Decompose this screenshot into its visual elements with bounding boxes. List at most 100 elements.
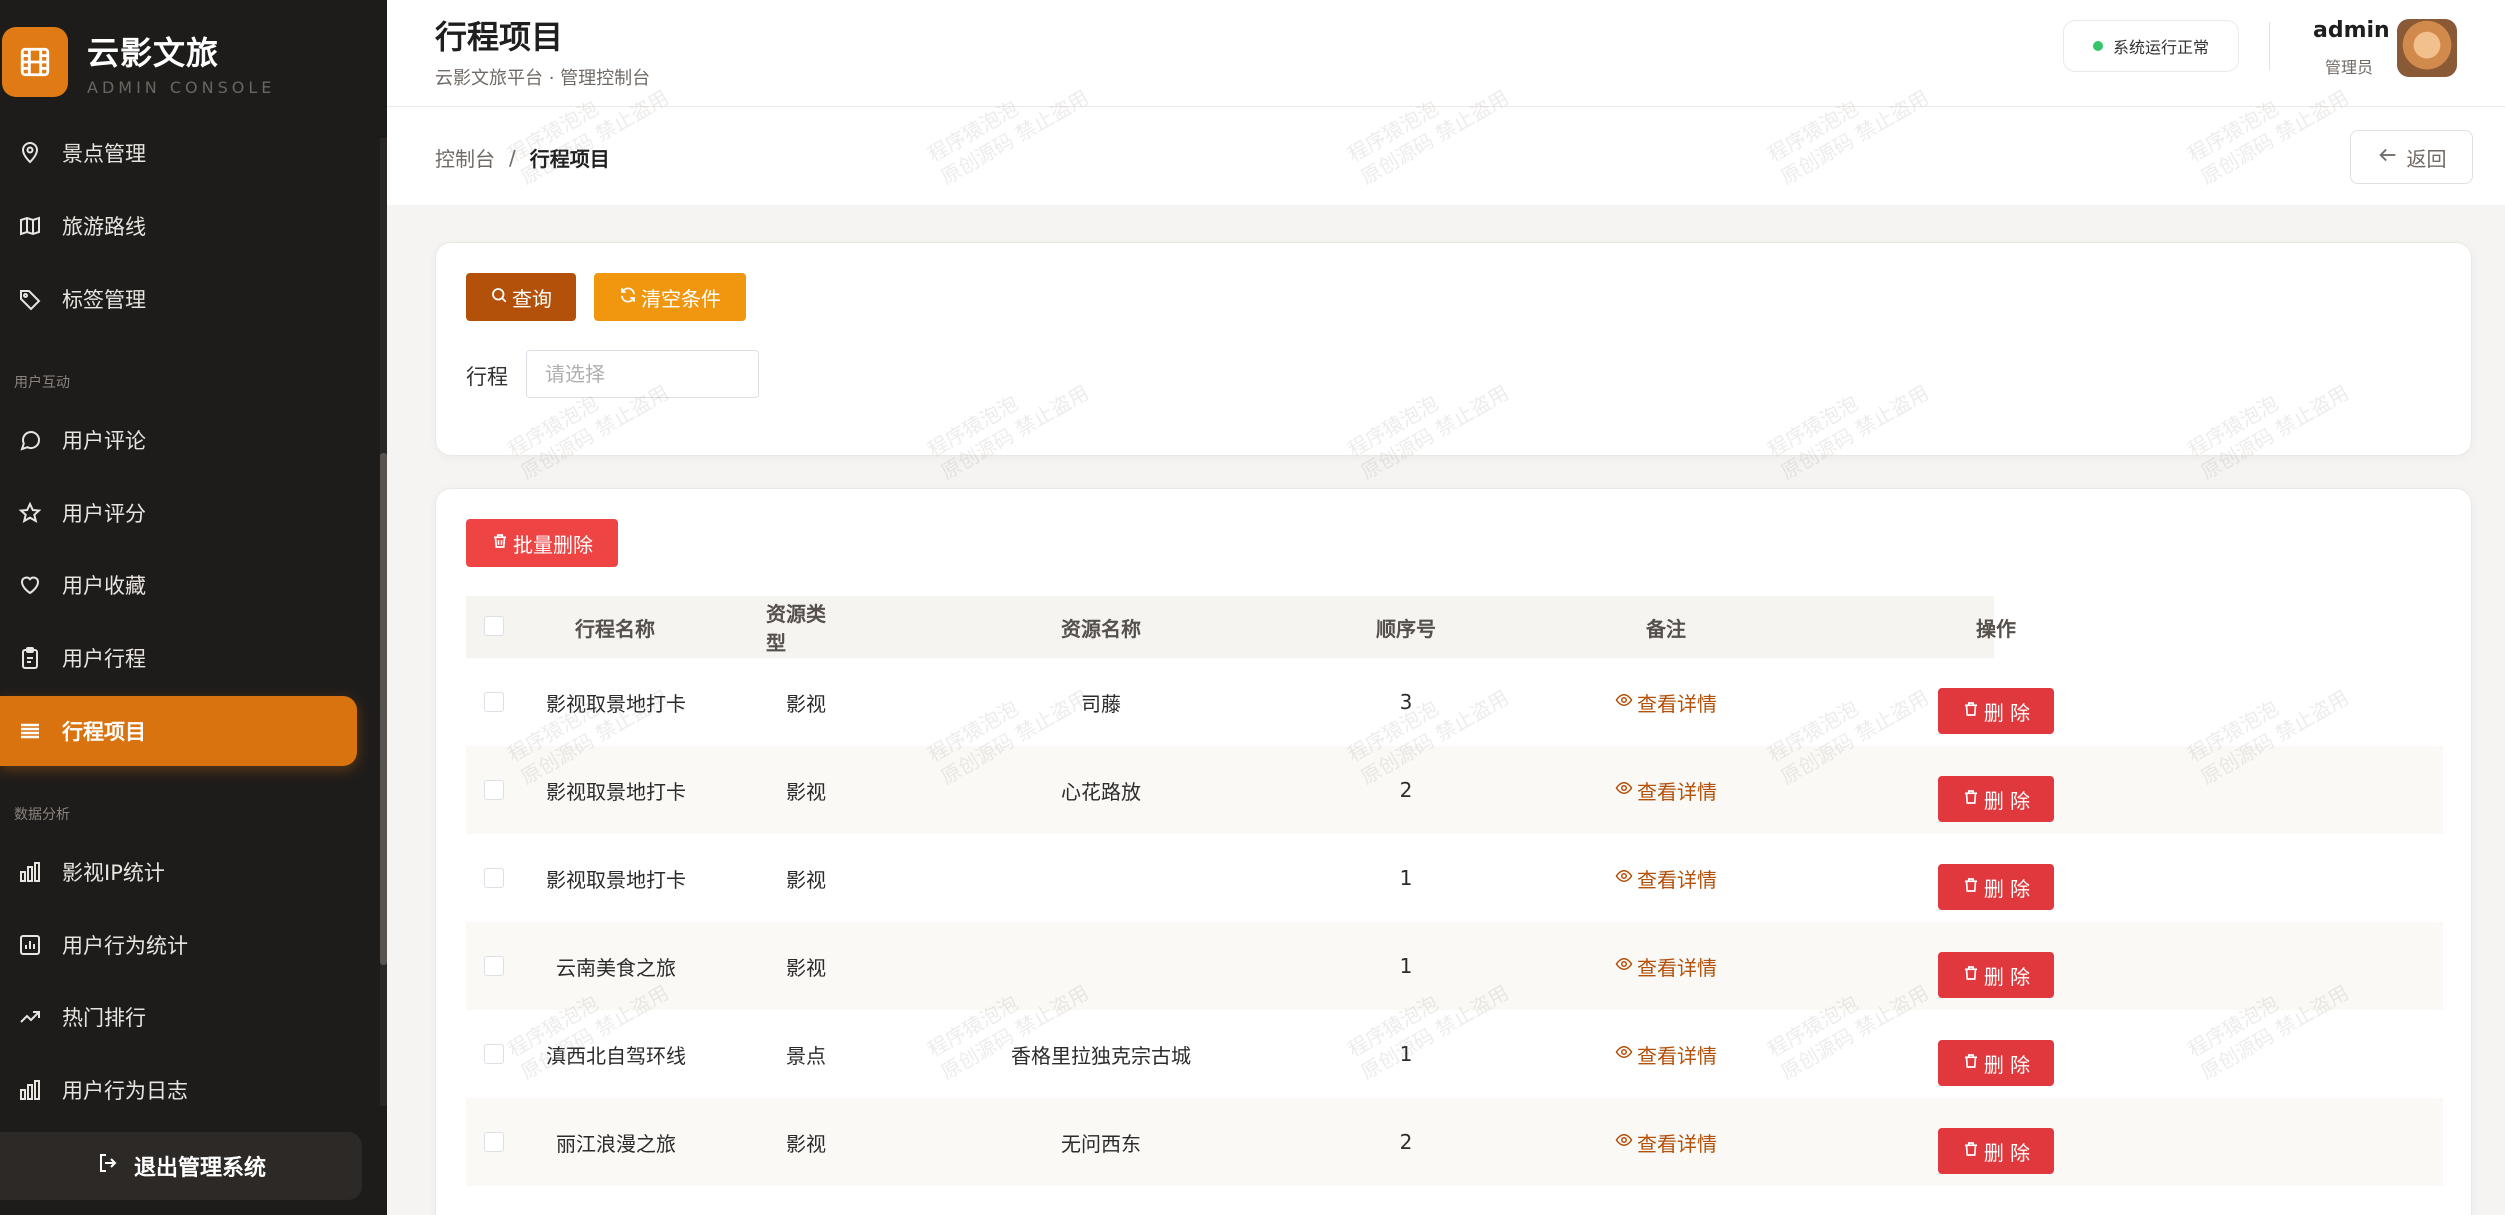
system-status-badge: 系统运行正常 bbox=[2063, 20, 2239, 72]
sidebar-item-label: 行程项目 bbox=[62, 720, 146, 744]
row-checkbox[interactable] bbox=[484, 780, 504, 800]
eye-icon bbox=[1615, 1130, 1633, 1154]
avatar[interactable] bbox=[2397, 19, 2457, 77]
delete-button[interactable]: 删 除 bbox=[1938, 864, 2054, 910]
sidebar-item-favorites[interactable]: 用户收藏 bbox=[0, 550, 357, 620]
logout-button[interactable]: 退出管理系统 bbox=[0, 1132, 362, 1200]
sidebar-item-label: 用户评论 bbox=[62, 429, 146, 453]
clear-button[interactable]: 清空条件 bbox=[594, 273, 746, 321]
trash-icon bbox=[1962, 1139, 1980, 1163]
page-header: 行程项目 云影文旅平台 · 管理控制台 系统运行正常 admin 管理员 bbox=[387, 0, 2505, 107]
sidebar-item-ratings[interactable]: 用户评分 bbox=[0, 478, 357, 548]
cell-resource-name: 司藤 bbox=[1081, 691, 1121, 716]
view-detail-label: 查看详情 bbox=[1637, 691, 1717, 716]
delete-label: 删 除 bbox=[1983, 964, 2031, 989]
view-detail-label: 查看详情 bbox=[1637, 867, 1717, 892]
sidebar-item-label: 标签管理 bbox=[62, 288, 146, 312]
sidebar-item-ranking[interactable]: 热门排行 bbox=[0, 982, 357, 1052]
page-subtitle: 云影文旅平台 · 管理控制台 bbox=[435, 68, 651, 89]
table-row: 云南美食之旅 影视 1 查看详情 删 除 bbox=[466, 922, 2443, 1010]
delete-button[interactable]: 删 除 bbox=[1938, 952, 2054, 998]
breadcrumb-home[interactable]: 控制台 bbox=[435, 143, 495, 172]
clipboard-icon bbox=[17, 645, 43, 671]
breadcrumb-bar: 控制台 / 行程项目 返回 bbox=[387, 107, 2505, 205]
comment-icon bbox=[17, 427, 43, 453]
view-detail-label: 查看详情 bbox=[1637, 1043, 1717, 1068]
cell-order: 1 bbox=[1399, 1042, 1413, 1066]
breadcrumb: 控制台 / 行程项目 bbox=[435, 143, 610, 172]
sidebar-item-label: 热门排行 bbox=[62, 1006, 146, 1030]
view-detail-label: 查看详情 bbox=[1637, 779, 1717, 804]
row-checkbox[interactable] bbox=[484, 1044, 504, 1064]
cell-order: 1 bbox=[1399, 954, 1413, 978]
view-detail-link[interactable]: 查看详情 bbox=[1586, 1098, 1746, 1186]
row-checkbox[interactable] bbox=[484, 868, 504, 888]
table-row: 影视取景地打卡 影视 司藤 3 查看详情 删 除 bbox=[466, 658, 2443, 746]
cell-resource-name bbox=[936, 834, 1266, 922]
trash-icon bbox=[1962, 787, 1980, 811]
table-header-bg bbox=[466, 596, 1994, 658]
cell-trip-name: 滇西北自驾环线 bbox=[546, 1043, 686, 1068]
logout-icon bbox=[96, 1151, 120, 1181]
select-all-checkbox[interactable] bbox=[484, 616, 504, 636]
row-checkbox[interactable] bbox=[484, 956, 504, 976]
eye-icon bbox=[1615, 1042, 1633, 1066]
sidebar-item-trip-items[interactable]: 行程项目 bbox=[0, 696, 357, 766]
stats-icon bbox=[17, 932, 43, 958]
nav-group-analysis: 数据分析 bbox=[14, 807, 70, 823]
sidebar-item-behavior-stats[interactable]: 用户行为统计 bbox=[0, 910, 357, 980]
sidebar-item-spots[interactable]: 景点管理 bbox=[0, 118, 357, 188]
cell-resource-name bbox=[936, 922, 1266, 1010]
col-resource-name: 资源名称 bbox=[1061, 616, 1141, 641]
trash-icon bbox=[1962, 1051, 1980, 1075]
sidebar-item-comments[interactable]: 用户评论 bbox=[0, 405, 357, 475]
view-detail-link[interactable]: 查看详情 bbox=[1586, 658, 1746, 746]
sidebar-scroll-thumb[interactable] bbox=[380, 453, 387, 965]
search-card: 查询 清空条件 行程 bbox=[435, 242, 2472, 456]
table-row: 滇西北自驾环线 景点 香格里拉独克宗古城 1 查看详情 删 除 bbox=[466, 1010, 2443, 1098]
delete-button[interactable]: 删 除 bbox=[1938, 1040, 2054, 1086]
trash-icon bbox=[1962, 699, 1980, 723]
status-dot-icon bbox=[2092, 41, 2103, 51]
delete-label: 删 除 bbox=[1983, 876, 2031, 901]
nav-group-interaction: 用户互动 bbox=[14, 375, 70, 391]
col-remark: 备注 bbox=[1646, 616, 1686, 641]
sidebar-item-label: 景点管理 bbox=[62, 142, 146, 166]
cell-resource-type: 影视 bbox=[786, 779, 826, 804]
sidebar-item-behavior-log[interactable]: 用户行为日志 bbox=[0, 1055, 357, 1125]
sidebar-item-tags[interactable]: 标签管理 bbox=[0, 264, 357, 334]
view-detail-link[interactable]: 查看详情 bbox=[1586, 1010, 1746, 1098]
sidebar-item-label: 用户行为日志 bbox=[62, 1079, 188, 1103]
trip-select-input[interactable] bbox=[526, 350, 759, 398]
back-button[interactable]: 返回 bbox=[2350, 130, 2473, 184]
clear-label: 清空条件 bbox=[641, 286, 721, 311]
query-button[interactable]: 查询 bbox=[466, 273, 576, 321]
delete-button[interactable]: 删 除 bbox=[1938, 688, 2054, 734]
batch-delete-button[interactable]: 批量删除 bbox=[466, 519, 618, 567]
cell-order: 1 bbox=[1399, 866, 1413, 890]
cell-trip-name: 影视取景地打卡 bbox=[546, 867, 686, 892]
table-card: 批量删除 行程名称 资源类型 资源名称 顺序号 备注 操作 影视取景地打卡 影视司… bbox=[435, 488, 2472, 1215]
cell-resource-type: 影视 bbox=[786, 1131, 826, 1156]
sidebar-item-user-trips[interactable]: 用户行程 bbox=[0, 623, 357, 693]
delete-label: 删 除 bbox=[1983, 700, 2031, 725]
row-checkbox[interactable] bbox=[484, 1132, 504, 1152]
delete-button[interactable]: 删 除 bbox=[1938, 776, 2054, 822]
cell-resource-type: 影视 bbox=[786, 691, 826, 716]
cell-resource-name: 无问西东 bbox=[1061, 1131, 1141, 1156]
view-detail-link[interactable]: 查看详情 bbox=[1586, 834, 1746, 922]
query-label: 查询 bbox=[512, 286, 552, 311]
delete-button[interactable]: 删 除 bbox=[1938, 1128, 2054, 1174]
cell-resource-name: 香格里拉独克宗古城 bbox=[1011, 1043, 1191, 1068]
view-detail-link[interactable]: 查看详情 bbox=[1586, 746, 1746, 834]
sidebar-item-ip-stats[interactable]: 影视IP统计 bbox=[0, 837, 357, 907]
tag-icon bbox=[17, 286, 43, 312]
map-pin-icon bbox=[17, 140, 43, 166]
sidebar-item-routes[interactable]: 旅游路线 bbox=[0, 191, 357, 261]
view-detail-link[interactable]: 查看详情 bbox=[1586, 922, 1746, 1010]
trash-icon bbox=[491, 531, 509, 555]
bar-chart-icon bbox=[17, 1077, 43, 1103]
breadcrumb-separator: / bbox=[509, 145, 516, 170]
trash-icon bbox=[1962, 963, 1980, 987]
row-checkbox[interactable] bbox=[484, 692, 504, 712]
